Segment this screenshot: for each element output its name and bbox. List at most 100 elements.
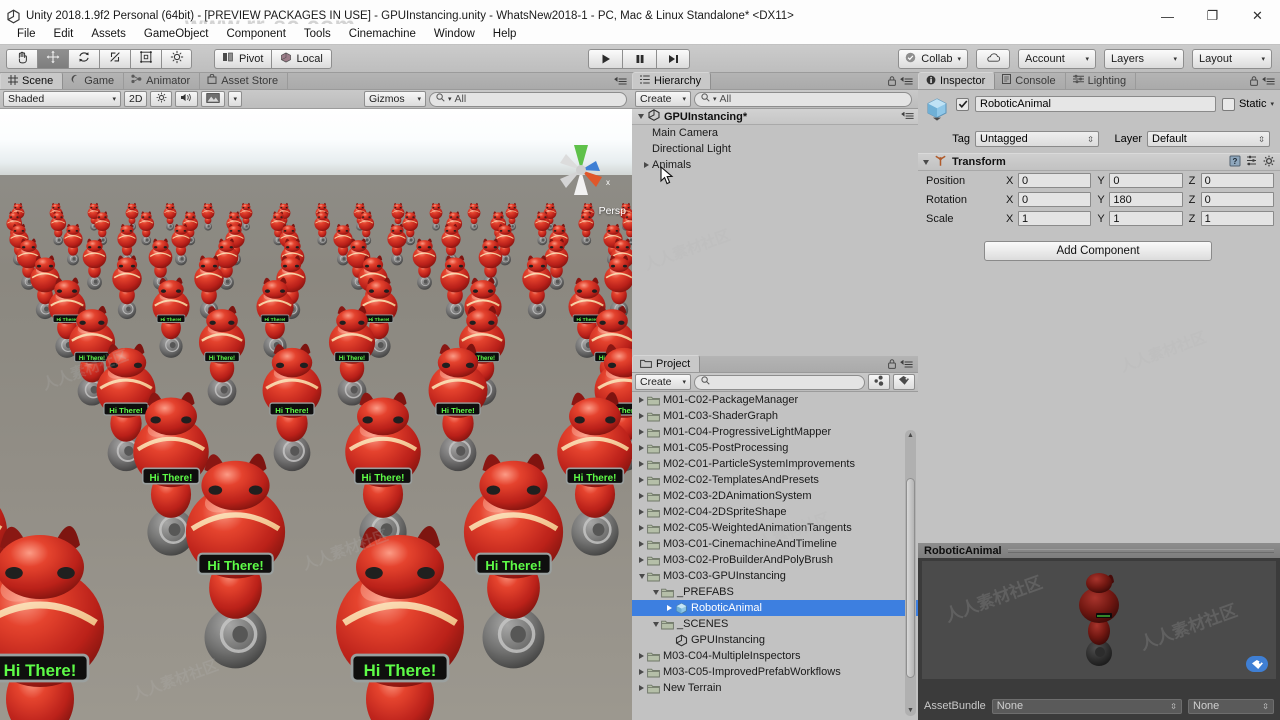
toggle-2d-button[interactable]: 2D xyxy=(124,91,148,107)
hierarchy-scene-header[interactable]: GPUInstancing* xyxy=(632,109,918,125)
hierarchy-item-main-camera[interactable]: Main Camera xyxy=(632,125,918,141)
project-create-button[interactable]: Create ▾ xyxy=(635,374,691,390)
project-row-selected[interactable]: RoboticAnimal xyxy=(632,600,918,616)
transform-rotation-z-input[interactable]: 0 xyxy=(1200,192,1274,207)
local-toggle[interactable]: Local xyxy=(271,48,332,69)
scene-effects-dropdown[interactable]: ▾ xyxy=(228,91,242,107)
project-row[interactable]: New Terrain xyxy=(632,680,918,696)
menu-cinemachine[interactable]: Cinemachine xyxy=(340,26,425,42)
project-row[interactable]: _PREFABS xyxy=(632,584,918,600)
collapse-arrow-icon[interactable] xyxy=(650,589,661,595)
project-filter-button[interactable] xyxy=(868,374,890,390)
expand-arrow-icon[interactable] xyxy=(640,162,652,168)
menu-help[interactable]: Help xyxy=(484,26,526,42)
preview-label-button[interactable] xyxy=(1246,656,1268,672)
project-row[interactable]: _SCENES xyxy=(632,616,918,632)
scale-tool-button[interactable] xyxy=(99,48,130,69)
project-row[interactable]: M02-C03-2DAnimationSystem xyxy=(632,488,918,504)
transform-component-header[interactable]: Transform ? xyxy=(918,153,1280,171)
rect-transform-tool-button[interactable] xyxy=(130,48,161,69)
static-checkbox[interactable] xyxy=(1221,97,1235,111)
assetbundle-variant-dropdown[interactable]: None ⇳ xyxy=(1188,698,1274,714)
expand-arrow-icon[interactable] xyxy=(664,605,675,611)
collapse-arrow-icon[interactable] xyxy=(650,621,661,627)
scrollbar-thumb[interactable] xyxy=(906,478,915,678)
scene-viewport[interactable]: Hi There! x Persp 人人素材社区 人人素材社区 人人素材社区 xyxy=(0,109,632,720)
gizmos-dropdown[interactable]: Gizmos ▾ xyxy=(364,91,426,107)
expand-arrow-icon[interactable] xyxy=(636,557,647,563)
project-row[interactable]: M03-C05-ImprovedPrefabWorkflows xyxy=(632,664,918,680)
chevron-down-icon[interactable] xyxy=(923,159,929,165)
transform-position-x-input[interactable]: 0 xyxy=(1018,173,1092,188)
lock-icon[interactable] xyxy=(1250,76,1258,89)
scene-audio-button[interactable] xyxy=(175,91,199,107)
project-row[interactable]: M03-C03-GPUInstancing xyxy=(632,568,918,584)
menu-tools[interactable]: Tools xyxy=(295,26,340,42)
hierarchy-search-input[interactable]: ▾ All xyxy=(694,91,912,107)
preview-header[interactable]: RoboticAnimal xyxy=(918,543,1280,558)
project-row[interactable]: M02-C05-WeightedAnimationTangents xyxy=(632,520,918,536)
scroll-down-arrow-icon[interactable]: ▼ xyxy=(905,705,916,716)
hierarchy-item-directional-light[interactable]: Directional Light xyxy=(632,141,918,157)
tab-scene[interactable]: Scene xyxy=(0,73,64,89)
scene-orientation-gizmo[interactable]: x xyxy=(548,137,614,203)
tab-animator[interactable]: Animator xyxy=(124,73,201,89)
layer-dropdown[interactable]: Default ⇳ xyxy=(1147,131,1270,147)
chevron-down-icon[interactable]: ▾ xyxy=(1270,100,1274,108)
expand-arrow-icon[interactable] xyxy=(636,669,647,675)
lock-icon[interactable] xyxy=(888,76,896,89)
move-tool-button[interactable] xyxy=(37,48,68,69)
project-row[interactable]: M03-C04-MultipleInspectors xyxy=(632,648,918,664)
tab-asset-store[interactable]: Asset Store xyxy=(200,73,289,89)
panel-menu-icon[interactable] xyxy=(901,111,918,123)
tab-hierarchy[interactable]: Hierarchy xyxy=(632,72,712,89)
combined-transform-tool-button[interactable] xyxy=(161,48,192,69)
tab-project[interactable]: Project xyxy=(632,355,701,372)
tab-inspector[interactable]: Inspector xyxy=(918,72,996,89)
scene-lighting-button[interactable] xyxy=(150,91,173,107)
project-label-button[interactable] xyxy=(893,374,915,390)
rotate-tool-button[interactable] xyxy=(68,48,99,69)
gear-icon[interactable] xyxy=(1263,155,1275,170)
hand-tool-button[interactable] xyxy=(6,48,37,69)
panel-menu-icon[interactable] xyxy=(1262,76,1275,89)
menu-assets[interactable]: Assets xyxy=(82,26,135,42)
object-enabled-checkbox[interactable] xyxy=(956,97,969,111)
scene-effects-button[interactable] xyxy=(201,91,226,107)
transform-position-y-input[interactable]: 0 xyxy=(1109,173,1183,188)
project-scrollbar[interactable]: ▲ ▼ xyxy=(905,430,916,716)
project-row[interactable]: GPUInstancing xyxy=(632,632,918,648)
expand-arrow-icon[interactable] xyxy=(636,397,647,403)
transform-scale-y-input[interactable]: 1 xyxy=(1109,211,1183,226)
project-search-input[interactable] xyxy=(694,374,865,390)
pause-button[interactable] xyxy=(622,48,656,69)
transform-rotation-x-input[interactable]: 0 xyxy=(1018,192,1092,207)
expand-arrow-icon[interactable] xyxy=(636,429,647,435)
lock-icon[interactable] xyxy=(888,359,896,372)
project-row[interactable]: M01-C02-PackageManager xyxy=(632,392,918,408)
pivot-toggle[interactable]: Pivot xyxy=(214,48,272,69)
transform-rotation-y-input[interactable]: 180 xyxy=(1109,192,1183,207)
transform-position-z-input[interactable]: 0 xyxy=(1200,173,1274,188)
transform-scale-x-input[interactable]: 1 xyxy=(1018,211,1092,226)
hierarchy-create-button[interactable]: Create ▾ xyxy=(635,91,691,107)
play-button[interactable] xyxy=(588,48,622,69)
collab-button[interactable]: Collab ▾ xyxy=(898,48,968,69)
static-toggle[interactable]: Static ▾ xyxy=(1221,97,1274,111)
shading-mode-dropdown[interactable]: Shaded ▾ xyxy=(3,91,121,107)
layers-dropdown[interactable]: Layers ▾ xyxy=(1104,48,1184,69)
tab-game[interactable]: Game xyxy=(63,73,125,89)
cloud-button[interactable] xyxy=(976,48,1010,69)
project-row[interactable]: M02-C01-ParticleSystemImprovements xyxy=(632,456,918,472)
scene-search-input[interactable]: ▾ All xyxy=(429,91,627,107)
project-row[interactable]: M02-C04-2DSpriteShape xyxy=(632,504,918,520)
layout-dropdown[interactable]: Layout ▾ xyxy=(1192,48,1272,69)
menu-file[interactable]: File xyxy=(8,26,45,42)
project-row[interactable]: M01-C05-PostProcessing xyxy=(632,440,918,456)
expand-arrow-icon[interactable] xyxy=(636,413,647,419)
expand-arrow-icon[interactable] xyxy=(636,477,647,483)
expand-arrow-icon[interactable] xyxy=(636,541,647,547)
hierarchy-item-animals[interactable]: Animals xyxy=(632,157,918,173)
preset-icon[interactable] xyxy=(1246,155,1258,169)
menu-component[interactable]: Component xyxy=(217,26,294,42)
